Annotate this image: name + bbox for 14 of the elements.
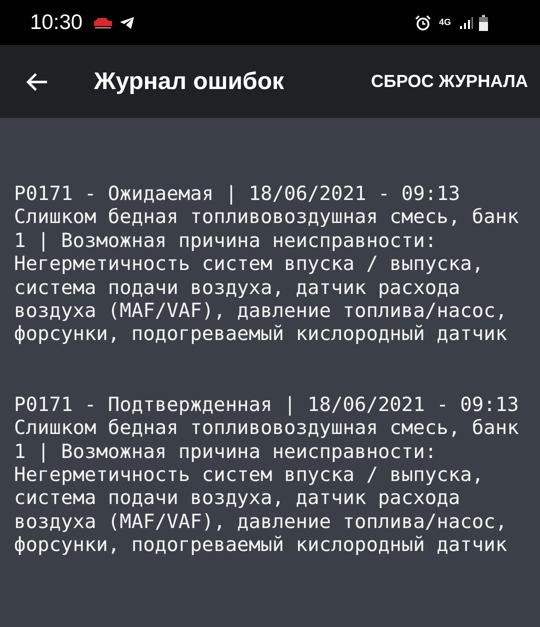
send-icon — [118, 16, 135, 30]
error-header: P0171 - Ожидаемая | 18/06/2021 - 09:13 — [14, 182, 462, 206]
back-arrow-icon — [25, 72, 49, 92]
error-header: P0171 - Подтвержденная | 18/06/2021 - 09:13 — [14, 392, 519, 416]
status-time: 10:30 — [30, 10, 83, 34]
screen-title: Журнал ошибок — [94, 68, 286, 96]
reset-log-button[interactable]: СБРОС ЖУРНАЛА — [371, 65, 540, 98]
car-icon — [92, 16, 113, 28]
error-description: Слишком бедная топливовоздушная смесь, банк 1 | Возможная причина неисправности: Негерметичность систем впуска / выпуска, система подачи воздуха, датчик расхода воздуха (MAF/VAF), давление топлива/насос, форсунки, подогреваемый кислородный датчик — [14, 205, 519, 346]
alarm-icon — [414, 14, 431, 30]
network-label: 4G — [438, 18, 451, 27]
error-description: Слишком бедная топливовоздушная смесь, банк 1 | Возможная причина неисправности: Негерметичность систем впуска / выпуска, система подачи воздуха, датчик расхода воздуха (MAF/VAF), давление топлива/насос, форсунки, подогреваемый кислородный датчик — [14, 416, 519, 557]
signal-icon — [459, 16, 473, 30]
battery-icon — [479, 14, 488, 30]
